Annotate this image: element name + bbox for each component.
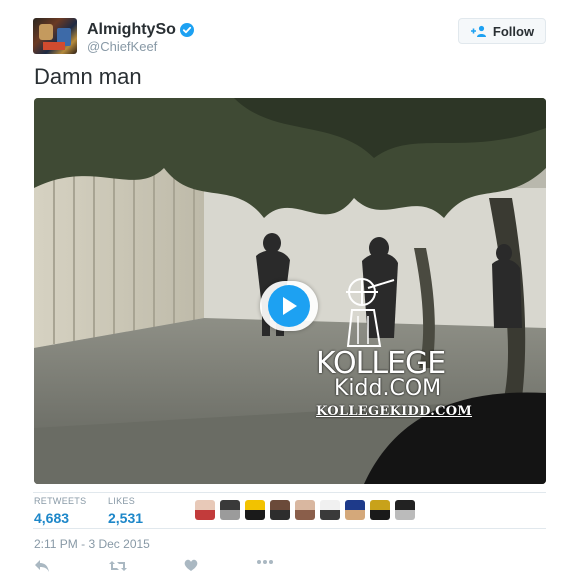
- reply-icon[interactable]: [34, 559, 50, 573]
- liker-avatar[interactable]: [345, 500, 365, 520]
- follow-button[interactable]: Follow: [458, 18, 546, 44]
- avatar-detail: [39, 24, 53, 40]
- play-button[interactable]: [260, 281, 318, 331]
- watermark-text: Kidd.COM: [334, 376, 442, 401]
- avatar-detail: [43, 42, 65, 50]
- likes-stat[interactable]: LIKES 2,531: [108, 496, 143, 526]
- liker-avatar[interactable]: [220, 500, 240, 520]
- add-user-icon: [470, 25, 486, 37]
- follow-label: Follow: [492, 23, 535, 39]
- liker-avatar[interactable]: [270, 500, 290, 520]
- avatar[interactable]: [33, 18, 77, 54]
- video-player[interactable]: KOLLEGE Kidd.COM KOLLEGEKIDD.COM: [34, 98, 546, 484]
- play-circle: [268, 285, 310, 327]
- user-handle[interactable]: @ChiefKeef: [87, 39, 157, 54]
- tweet-text: Damn man: [34, 64, 142, 89]
- verified-badge-icon: [179, 23, 194, 37]
- liker-avatar[interactable]: [245, 500, 265, 520]
- retweet-icon[interactable]: [108, 559, 128, 573]
- liker-avatar[interactable]: [195, 500, 215, 520]
- watermark-url: KOLLEGEKIDD.COM: [316, 404, 473, 419]
- display-name-row[interactable]: AlmightySo: [87, 21, 194, 39]
- divider: [33, 528, 546, 529]
- retweets-count[interactable]: 4,683: [34, 510, 86, 526]
- retweets-label: RETWEETS: [34, 496, 87, 506]
- likes-count[interactable]: 2,531: [108, 510, 143, 526]
- display-name[interactable]: AlmightySo: [87, 21, 176, 39]
- divider: [33, 492, 546, 493]
- liker-avatars: [195, 500, 420, 520]
- play-icon: [283, 297, 297, 315]
- likes-label: LIKES: [108, 496, 136, 506]
- tweet-timestamp[interactable]: 2:11 PM - 3 Dec 2015: [34, 537, 150, 551]
- watermark-logo-icon: [346, 278, 395, 347]
- retweets-stat[interactable]: RETWEETS 4,683: [34, 496, 86, 526]
- more-icon[interactable]: [256, 559, 274, 565]
- tweet-actions: [34, 559, 294, 580]
- liker-avatar[interactable]: [395, 500, 415, 520]
- like-icon[interactable]: [184, 559, 198, 572]
- liker-avatar[interactable]: [370, 500, 390, 520]
- liker-avatar[interactable]: [295, 500, 315, 520]
- liker-avatar[interactable]: [320, 500, 340, 520]
